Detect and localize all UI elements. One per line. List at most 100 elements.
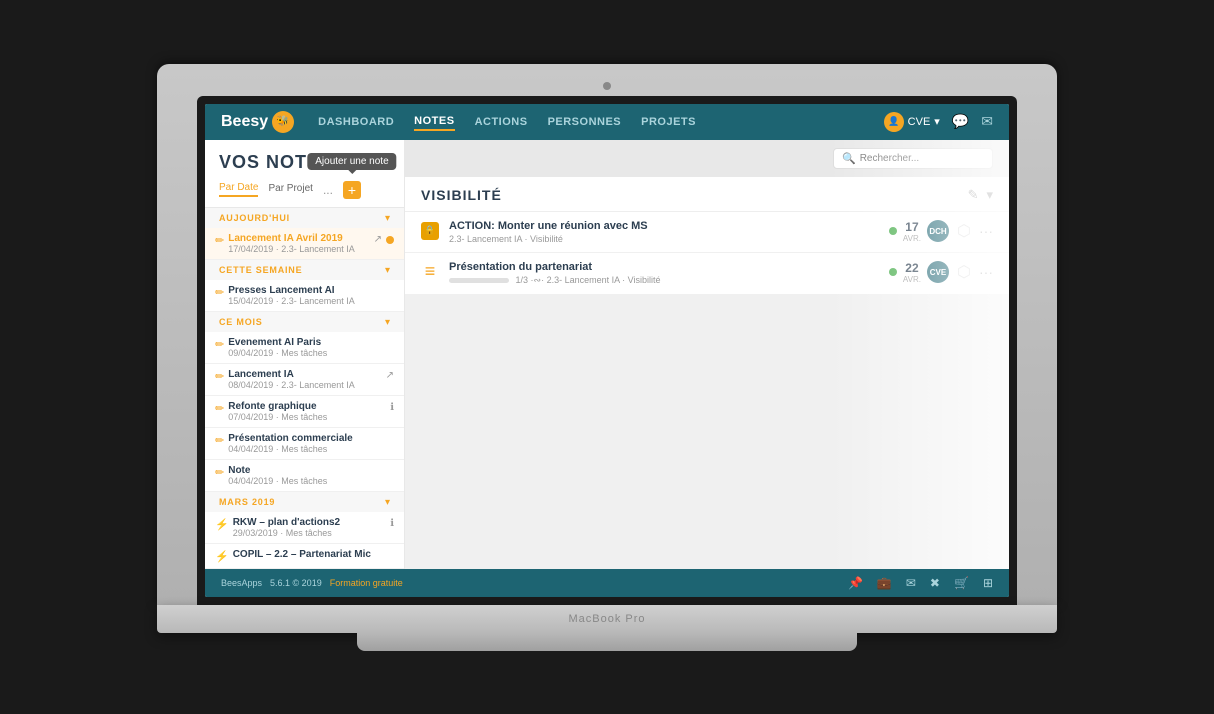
note-title: RKW – plan d'actions2: [233, 517, 386, 528]
date-month: AVR.: [903, 234, 921, 244]
note-item[interactable]: ✏ Refonte graphique 07/04/2019 · Mes tâc…: [205, 396, 404, 428]
sidebar: VOS NOTES Par Date Par Projet ... + Ajou…: [205, 140, 405, 569]
note-panel-header: VISIBILITÉ ✎ ▾: [405, 177, 1009, 212]
note-item[interactable]: ✏ Lancement IA 08/04/2019 · 2.3- Lanceme…: [205, 364, 404, 396]
note-item[interactable]: ⚡ RKW – plan d'actions2 29/03/2019 · Mes…: [205, 512, 404, 544]
note-title: Lancement IA: [228, 369, 381, 380]
main-content: 🔍 VISIBILITÉ ✎ ▾: [405, 140, 1009, 569]
action-content: ACTION: Monter une réunion avec MS 2.3- …: [449, 220, 879, 244]
tab-par-projet[interactable]: Par Projet: [268, 183, 312, 196]
search-input-wrap: 🔍: [833, 148, 993, 169]
note-item[interactable]: ✏ Presses Lancement AI 15/04/2019 · 2.3-…: [205, 280, 404, 312]
action-title: Présentation du partenariat: [449, 261, 879, 273]
tab-par-date[interactable]: Par Date: [219, 182, 258, 197]
bottom-cta[interactable]: Formation gratuite: [330, 578, 403, 588]
note-item[interactable]: ✏ Lancement IA Avril 2019 17/04/2019 · 2…: [205, 228, 404, 260]
chevron-mars-2019: ▾: [385, 497, 390, 508]
section-header-mars-2019[interactable]: MARS 2019 ▾: [205, 492, 404, 512]
tab-more[interactable]: ...: [323, 183, 333, 197]
note-badge: [386, 236, 394, 244]
nav-dashboard[interactable]: DASHBOARD: [318, 114, 394, 130]
assignee-avatar: DCH: [927, 220, 949, 242]
status-dot: [889, 268, 897, 276]
action-item[interactable]: ≡ Présentation du partenariat 1/3 ·∾· 2.…: [405, 253, 1009, 295]
action-right: 17 AVR. DCH ⬡ ···: [889, 220, 993, 244]
sidebar-tabs: Par Date Par Projet ... + Ajouter une no…: [205, 179, 404, 208]
note-meta: 15/04/2019 · 2.3- Lancement IA: [228, 296, 394, 306]
share-icon: ↗: [374, 234, 382, 245]
more-icon[interactable]: ···: [979, 223, 993, 239]
date-day: 17: [903, 220, 921, 234]
section-header-cette-semaine[interactable]: CETTE SEMAINE ▾: [205, 260, 404, 280]
laptop-screen: Beesy 🐝 DASHBOARD NOTES ACTIONS PERSONNE…: [205, 104, 1009, 597]
note-item[interactable]: ⚡ COPIL – 2.2 – Partenariat Mic: [205, 544, 404, 569]
note-title: Présentation commerciale: [228, 433, 394, 444]
add-note-button[interactable]: +: [343, 181, 361, 199]
section-header-ce-mois[interactable]: CE MOIS ▾: [205, 312, 404, 332]
note-title: Lancement IA Avril 2019: [228, 233, 369, 244]
note-icon: ✏: [215, 466, 224, 479]
grid-icon[interactable]: ⊞: [983, 576, 993, 590]
chevron-cette-semaine: ▾: [385, 265, 390, 276]
note-panel-title: VISIBILITÉ: [421, 187, 502, 203]
note-icon: ✏: [215, 402, 224, 415]
section-header-aujourd-hui[interactable]: AUJOURD'HUI ▾: [205, 208, 404, 228]
circle-x-icon[interactable]: ✖: [930, 576, 940, 590]
camera-bar: [197, 82, 1017, 96]
note-content: Note 04/04/2019 · Mes tâches: [228, 465, 394, 486]
envelope-icon[interactable]: ✉: [906, 576, 916, 590]
note-icon: ✏: [215, 286, 224, 299]
action-date: 17 AVR.: [903, 220, 921, 244]
pin-icon[interactable]: 📌: [848, 576, 863, 590]
chat-icon[interactable]: 💬: [952, 113, 969, 130]
search-icon: 🔍: [842, 152, 856, 165]
note-title: Refonte graphique: [228, 401, 386, 412]
info-icon: ℹ: [390, 518, 394, 529]
note-item[interactable]: ✏ Evenement AI Paris 09/04/2019 · Mes tâ…: [205, 332, 404, 364]
action-right: 22 AVR. CVE ⬡ ···: [889, 261, 993, 285]
more-icon[interactable]: ···: [979, 264, 993, 280]
edit-icon[interactable]: ✎: [968, 187, 979, 203]
user-avatar: 👤: [884, 112, 904, 132]
action-item[interactable]: 🔒 ACTION: Monter une réunion avec MS 2.3…: [405, 212, 1009, 253]
briefcase-icon[interactable]: 💼: [877, 576, 892, 590]
note-meta: 17/04/2019 · 2.3- Lancement IA: [228, 244, 369, 254]
section-title-mars-2019: MARS 2019: [219, 497, 275, 507]
note-title: COPIL – 2.2 – Partenariat Mic: [233, 549, 394, 560]
note-item[interactable]: ✏ Présentation commerciale 04/04/2019 · …: [205, 428, 404, 460]
note-content: Refonte graphique 07/04/2019 · Mes tâche…: [228, 401, 386, 422]
action-sub: 2.3- Lancement IA · Visibilité: [449, 234, 879, 244]
note-content: Presses Lancement AI 15/04/2019 · 2.3- L…: [228, 285, 394, 306]
note-icon: ✏: [215, 370, 224, 383]
date-month: AVR.: [903, 275, 921, 285]
add-note-tooltip: Ajouter une note: [307, 153, 396, 170]
nav-personnes[interactable]: PERSONNES: [548, 114, 622, 130]
action-sub-text: 1/3 ·∾· 2.3- Lancement IA · Visibilité: [516, 275, 661, 285]
lock-icon: 🔒: [421, 222, 439, 240]
nav-user[interactable]: 👤 CVE ▾: [884, 112, 940, 132]
nav-notes[interactable]: NOTES: [414, 113, 454, 131]
search-input[interactable]: [860, 153, 984, 164]
laptop-brand: MacBook Pro: [568, 613, 645, 625]
mail-icon[interactable]: ✉: [981, 113, 993, 130]
app: Beesy 🐝 DASHBOARD NOTES ACTIONS PERSONNE…: [205, 104, 1009, 597]
note-content: Présentation commerciale 04/04/2019 · Me…: [228, 433, 394, 454]
cart-icon[interactable]: 🛒: [954, 576, 969, 590]
chevron-aujourd-hui: ▾: [385, 213, 390, 224]
nav-projets[interactable]: PROJETS: [641, 114, 696, 130]
user-caret: ▾: [934, 115, 940, 128]
nav-actions[interactable]: ACTIONS: [475, 114, 528, 130]
assignee-avatar: CVE: [927, 261, 949, 283]
note-icon: ✏: [215, 434, 224, 447]
progress-bar: [449, 278, 509, 283]
note-meta: 07/04/2019 · Mes tâches: [228, 412, 386, 422]
bottombar-right: 📌 💼 ✉ ✖ 🛒 ⊞: [848, 576, 993, 590]
note-meta: 29/03/2019 · Mes tâches: [233, 528, 386, 538]
note-meta: 04/04/2019 · Mes tâches: [228, 444, 394, 454]
expand-icon[interactable]: ▾: [986, 187, 993, 203]
note-item[interactable]: ✏ Note 04/04/2019 · Mes tâches: [205, 460, 404, 492]
logo-icon: 🐝: [272, 111, 294, 133]
content-wrapper: VOS NOTES Par Date Par Projet ... + Ajou…: [205, 140, 1009, 569]
note-content: RKW – plan d'actions2 29/03/2019 · Mes t…: [233, 517, 386, 538]
status-dot: [889, 227, 897, 235]
